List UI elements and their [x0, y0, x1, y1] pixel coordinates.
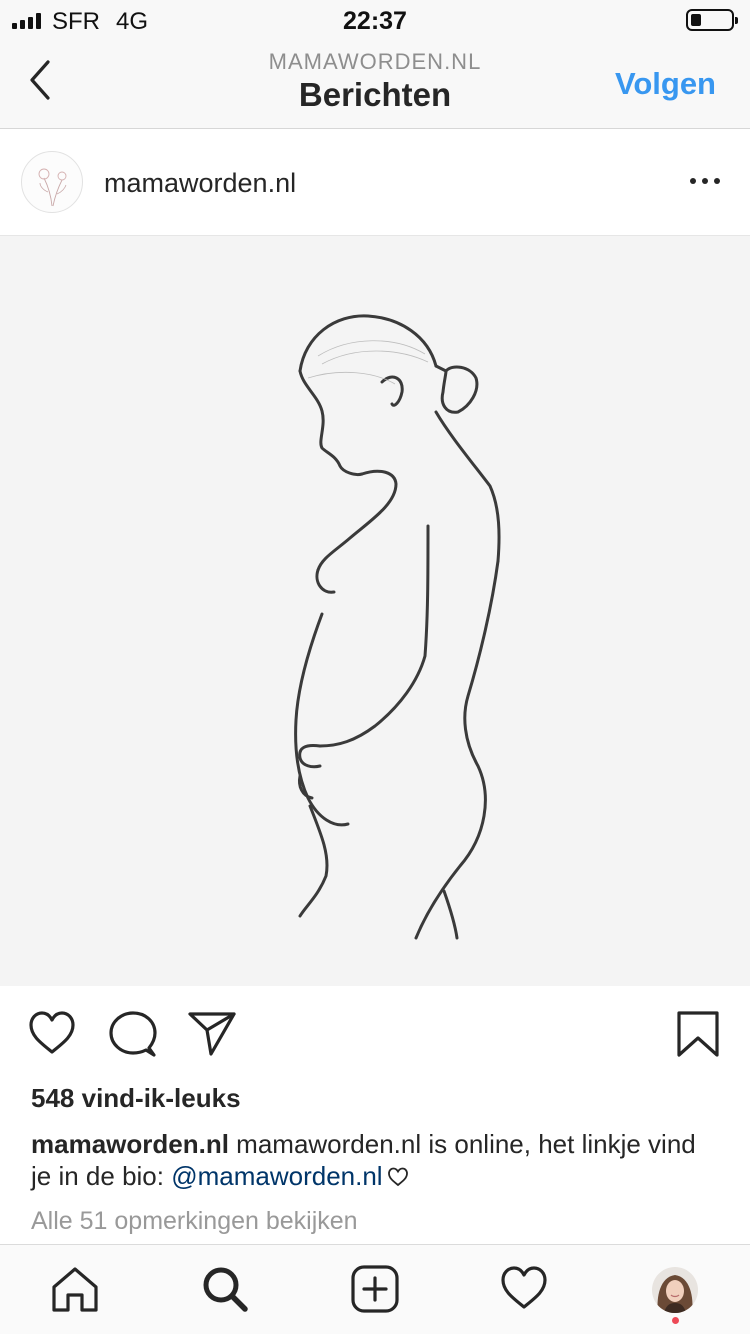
- account-avatar[interactable]: [21, 151, 83, 213]
- tab-search[interactable]: [200, 1265, 250, 1318]
- tab-activity[interactable]: [499, 1265, 549, 1316]
- add-icon: [351, 1265, 399, 1313]
- small-heart-icon: [387, 1162, 409, 1194]
- activity-heart-icon: [501, 1266, 547, 1309]
- profile-avatar: [652, 1267, 698, 1313]
- status-time: 22:37: [343, 7, 407, 35]
- comment-button[interactable]: [108, 1010, 158, 1063]
- tab-home[interactable]: [50, 1265, 100, 1318]
- post-username[interactable]: mamaworden.nl: [104, 168, 296, 199]
- post-image[interactable]: [0, 236, 750, 986]
- battery-icon: [686, 9, 738, 31]
- share-button[interactable]: [187, 1010, 237, 1063]
- more-options-button[interactable]: [688, 168, 722, 194]
- post-caption: mamaworden.nl mamaworden.nl is online, h…: [31, 1128, 721, 1194]
- likes-count[interactable]: 548 vind-ik-leuks: [31, 1083, 241, 1114]
- notification-dot: [672, 1317, 679, 1324]
- home-icon: [52, 1267, 98, 1312]
- bookmark-icon: [677, 1011, 719, 1057]
- tab-bar: [0, 1244, 750, 1334]
- nav-header: MAMAWORDEN.NL Berichten Volgen: [0, 40, 750, 129]
- view-comments-link[interactable]: Alle 51 opmerkingen bekijken: [31, 1207, 358, 1236]
- share-icon: [188, 1012, 236, 1056]
- tab-profile[interactable]: [652, 1267, 698, 1313]
- follow-button[interactable]: Volgen: [615, 66, 716, 102]
- save-button[interactable]: [676, 1010, 720, 1063]
- search-icon: [203, 1267, 248, 1312]
- like-button[interactable]: [27, 1010, 77, 1061]
- status-bar: SFR 4G 22:37: [0, 0, 750, 40]
- heart-icon: [29, 1011, 75, 1054]
- tab-new-post[interactable]: [350, 1265, 400, 1318]
- pregnant-woman-illustration: [294, 314, 501, 940]
- post-actions: [0, 986, 750, 1080]
- more-horizontal-icon: [690, 178, 720, 184]
- comment-icon: [109, 1011, 157, 1057]
- post-header: mamaworden.nl: [0, 130, 750, 236]
- caption-mention[interactable]: @mamaworden.nl: [171, 1161, 382, 1191]
- flower-logo-icon: [38, 168, 67, 207]
- caption-username[interactable]: mamaworden.nl: [31, 1129, 229, 1159]
